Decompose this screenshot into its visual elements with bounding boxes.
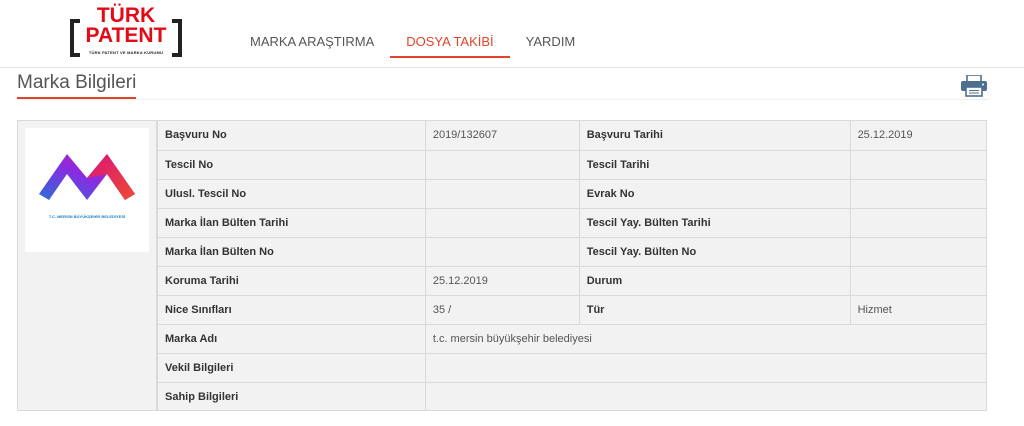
mark-image[interactable]: T.C. MERSİN BÜYÜKŞEHİR BELEDİYESİ: [25, 128, 149, 252]
nav-marka-arastirma[interactable]: MARKA ARAŞTIRMA: [234, 0, 390, 58]
main-nav: MARKA ARAŞTIRMA DOSYA TAKİBİ YARDIM: [234, 0, 591, 68]
value-marka-ilan-bulten-no: [424, 237, 580, 267]
mark-image-cell: T.C. MERSİN BÜYÜKŞEHİR BELEDİYESİ: [18, 121, 157, 410]
details-table: Başvuru No 2019/132607 Başvuru Tarihi 25…: [157, 121, 986, 411]
value-tescil-yay-bulten-tarihi: [849, 208, 986, 238]
site-header: TÜRK PATENT TÜRK PATENT VE MARKA KURUMU …: [0, 0, 1024, 68]
value-sahip-bilgileri: [424, 382, 986, 411]
mark-caption: T.C. MERSİN BÜYÜKŞEHİR BELEDİYESİ: [48, 214, 126, 219]
trademark-info-card: T.C. MERSİN BÜYÜKŞEHİR BELEDİYESİ Başvur…: [17, 120, 987, 411]
table-row: Koruma Tarihi 25.12.2019 Durum: [157, 266, 986, 296]
label-marka-adi: Marka Adı: [157, 324, 426, 354]
value-ulusl-tescil-no: [424, 179, 580, 209]
nav-yardim[interactable]: YARDIM: [510, 0, 592, 58]
table-row: Vekil Bilgileri: [157, 353, 986, 383]
label-basvuru-no: Başvuru No: [157, 121, 426, 151]
table-row: Sahip Bilgileri: [157, 382, 986, 411]
label-koruma-tarihi: Koruma Tarihi: [157, 266, 426, 296]
table-row: Marka İlan Bülten No Tescil Yay. Bülten …: [157, 237, 986, 267]
printer-icon[interactable]: [960, 74, 988, 97]
table-row: Nice Sınıfları 35 / Tür Hizmet: [157, 295, 986, 325]
label-marka-ilan-bulten-tarihi: Marka İlan Bülten Tarihi: [157, 208, 426, 238]
value-tur: Hizmet: [849, 295, 986, 325]
label-tur: Tür: [578, 295, 851, 325]
label-sahip-bilgileri: Sahip Bilgileri: [157, 382, 426, 411]
label-durum: Durum: [578, 266, 851, 296]
label-tescil-no: Tescil No: [157, 150, 426, 180]
value-durum: [849, 266, 986, 296]
logo-line2: PATENT: [85, 24, 167, 47]
value-tescil-no: [424, 150, 580, 180]
label-marka-ilan-bulten-no: Marka İlan Bülten No: [157, 237, 426, 267]
label-tescil-yay-bulten-tarihi: Tescil Yay. Bülten Tarihi: [578, 208, 851, 238]
label-basvuru-tarihi: Başvuru Tarihi: [578, 121, 851, 151]
nav-dosya-takibi[interactable]: DOSYA TAKİBİ: [390, 0, 510, 58]
table-row: Marka Adı t.c. mersin büyükşehir belediy…: [157, 324, 986, 354]
value-vekil-bilgileri: [424, 353, 986, 383]
label-vekil-bilgileri: Vekil Bilgileri: [157, 353, 426, 383]
value-nice-siniflari: 35 /: [424, 295, 580, 325]
turkpatent-logo[interactable]: TÜRK PATENT TÜRK PATENT VE MARKA KURUMU: [70, 5, 182, 61]
value-tescil-yay-bulten-no: [849, 237, 986, 267]
logo-subtitle: TÜRK PATENT VE MARKA KURUMU: [88, 50, 164, 55]
label-tescil-yay-bulten-no: Tescil Yay. Bülten No: [578, 237, 851, 267]
value-marka-ilan-bulten-tarihi: [424, 208, 580, 238]
value-basvuru-tarihi: 25.12.2019: [849, 121, 986, 151]
table-row: Başvuru No 2019/132607 Başvuru Tarihi 25…: [157, 121, 986, 151]
label-evrak-no: Evrak No: [578, 179, 851, 209]
value-koruma-tarihi: 25.12.2019: [424, 266, 580, 296]
mark-logo-graphic: [39, 154, 135, 200]
label-tescil-tarihi: Tescil Tarihi: [578, 150, 851, 180]
page-title: Marka Bilgileri: [17, 72, 137, 99]
value-basvuru-no: 2019/132607: [424, 121, 580, 151]
table-row: Ulusl. Tescil No Evrak No: [157, 179, 986, 209]
title-divider: [17, 99, 989, 100]
value-evrak-no: [849, 179, 986, 209]
table-row: Marka İlan Bülten Tarihi Tescil Yay. Bül…: [157, 208, 986, 238]
label-ulusl-tescil-no: Ulusl. Tescil No: [157, 179, 426, 209]
value-tescil-tarihi: [849, 150, 986, 180]
label-nice-siniflari: Nice Sınıfları: [157, 295, 426, 325]
value-marka-adi: t.c. mersin büyükşehir belediyesi: [424, 324, 986, 354]
table-row: Tescil No Tescil Tarihi: [157, 150, 986, 180]
